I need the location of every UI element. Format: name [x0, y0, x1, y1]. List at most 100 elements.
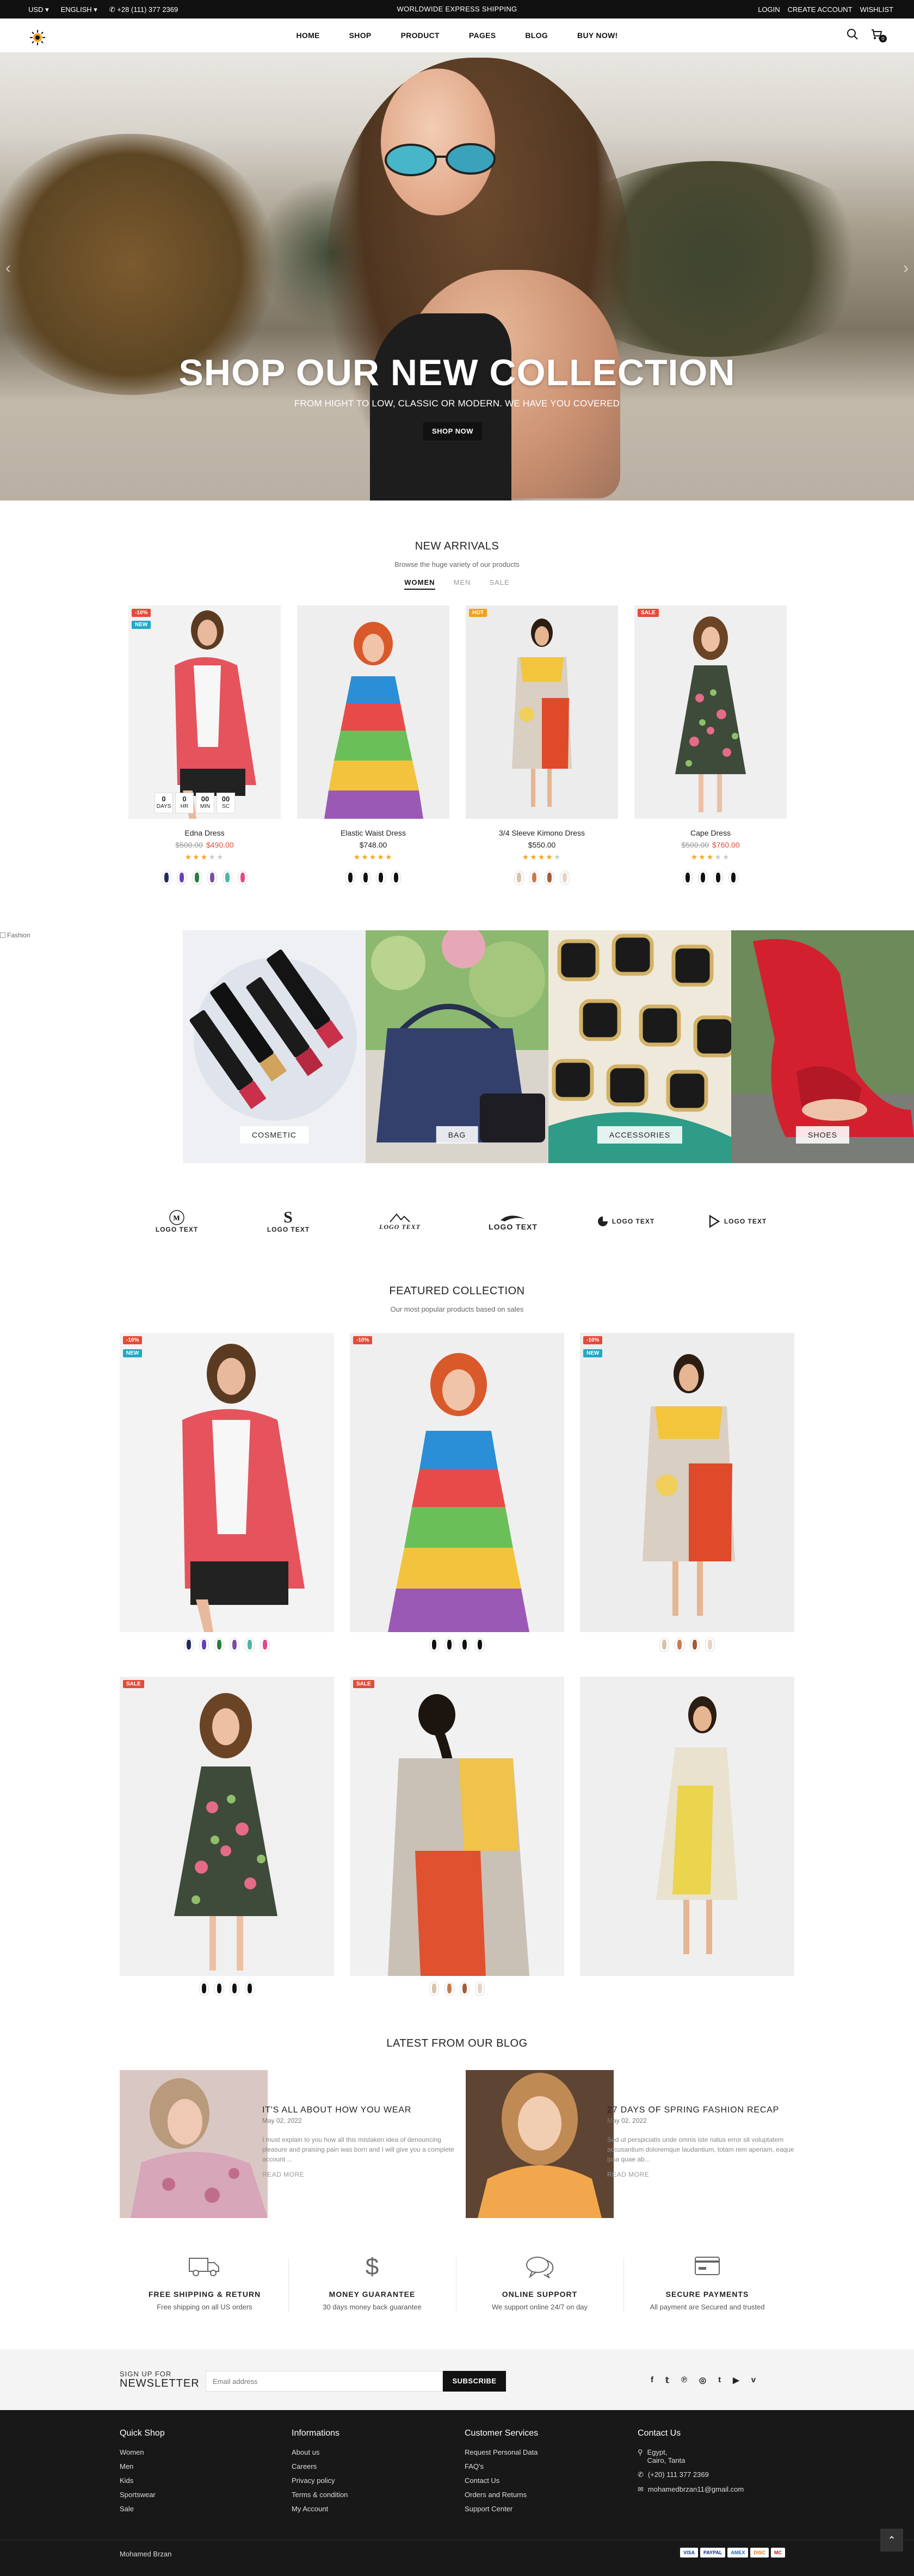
- product-card[interactable]: SALE Cape Dress $500.00 $760.00 ★★★★★: [634, 606, 787, 899]
- color-swatch[interactable]: [223, 870, 232, 885]
- category-label[interactable]: ACCESSORIES: [597, 1126, 683, 1144]
- brand-logo[interactable]: LOGO TEXT: [483, 1205, 543, 1238]
- cart-button[interactable]: 0: [870, 28, 887, 42]
- nav-pages[interactable]: PAGES: [469, 31, 496, 40]
- blog-post-title[interactable]: IT'S ALL ABOUT HOW YOU WEAR: [262, 2105, 411, 2115]
- featured-product-card[interactable]: -10%: [350, 1333, 564, 1659]
- color-swatch[interactable]: [361, 870, 370, 885]
- tab-women[interactable]: WOMEN: [404, 578, 435, 590]
- footer-phone[interactable]: ✆ (+20) 111 377 2369: [638, 2470, 744, 2479]
- tab-sale[interactable]: SALE: [489, 578, 509, 590]
- footer-link[interactable]: Careers: [292, 2462, 348, 2470]
- featured-product-card[interactable]: -10% NEW: [580, 1333, 794, 1659]
- tumblr-icon[interactable]: t: [718, 2375, 721, 2385]
- category-cosmetic[interactable]: COSMETIC: [183, 930, 366, 1163]
- facebook-icon[interactable]: f: [651, 2375, 653, 2385]
- color-swatch[interactable]: [460, 1981, 470, 1996]
- blog-post-image[interactable]: [120, 2070, 268, 2218]
- product-image[interactable]: SALE: [350, 1677, 564, 1976]
- product-card[interactable]: -10% NEW 0 DAYS 0 HR 00 MIN 00 SC Edna Dress…: [128, 606, 281, 899]
- color-swatch[interactable]: [514, 870, 524, 885]
- brand-logo[interactable]: S LOGO TEXT: [258, 1205, 318, 1238]
- color-swatch[interactable]: [230, 1638, 239, 1652]
- login-link[interactable]: LOGIN: [758, 5, 780, 14]
- color-swatch[interactable]: [199, 1981, 209, 1996]
- color-swatch[interactable]: [260, 1638, 270, 1652]
- color-swatch[interactable]: [545, 870, 554, 885]
- color-swatch[interactable]: [529, 870, 539, 885]
- brand-logo[interactable]: LOGO TEXT: [702, 1205, 773, 1238]
- footer-link[interactable]: Privacy policy: [292, 2476, 348, 2485]
- footer-link[interactable]: Kids: [120, 2476, 165, 2485]
- featured-product-card[interactable]: -10% NEW: [120, 1333, 334, 1659]
- youtube-icon[interactable]: ▶: [733, 2375, 739, 2385]
- color-swatch[interactable]: [192, 870, 202, 885]
- color-swatch[interactable]: [376, 870, 386, 885]
- color-swatch[interactable]: [245, 1981, 255, 1996]
- color-swatch[interactable]: [675, 1638, 684, 1652]
- color-swatch[interactable]: [475, 1638, 485, 1652]
- hero-next-arrow[interactable]: ›: [903, 259, 909, 277]
- color-swatch[interactable]: [214, 1638, 224, 1652]
- category-label[interactable]: COSMETIC: [240, 1126, 308, 1144]
- footer-link[interactable]: Contact Us: [465, 2476, 538, 2485]
- color-swatch[interactable]: [475, 1981, 485, 1996]
- color-swatch[interactable]: [444, 1638, 454, 1652]
- category-bag[interactable]: BAG: [366, 930, 548, 1163]
- color-swatch[interactable]: [238, 870, 248, 885]
- footer-link[interactable]: About us: [292, 2448, 348, 2456]
- featured-product-card[interactable]: SALE: [120, 1677, 334, 2003]
- color-swatch[interactable]: [560, 870, 570, 885]
- create-account-link[interactable]: CREATE ACCOUNT: [788, 5, 853, 14]
- footer-link[interactable]: My Account: [292, 2505, 348, 2513]
- color-swatch[interactable]: [184, 1638, 194, 1652]
- color-swatch[interactable]: [177, 870, 187, 885]
- nav-product[interactable]: PRODUCT: [401, 31, 440, 40]
- color-swatch[interactable]: [429, 1981, 439, 1996]
- color-swatch[interactable]: [698, 870, 708, 885]
- blog-post-title[interactable]: 27 DAYS OF SPRING FASHION RECAP: [607, 2105, 779, 2115]
- brand-logo[interactable]: LOGO TEXT: [593, 1205, 658, 1238]
- product-card[interactable]: Elastic Waist Dress $748.00 ★★★★★: [297, 606, 449, 899]
- product-card[interactable]: HOT 3/4 Sleeve Kimono Dress $550.00 ★★★★…: [466, 606, 618, 899]
- footer-link[interactable]: FAQ's: [465, 2462, 538, 2470]
- color-swatch[interactable]: [705, 1638, 715, 1652]
- pinterest-icon[interactable]: ℗: [681, 2375, 687, 2385]
- color-swatch[interactable]: [214, 1981, 224, 1996]
- footer-link[interactable]: Women: [120, 2448, 165, 2456]
- product-name[interactable]: Cape Dress: [634, 829, 787, 837]
- hero-prev-arrow[interactable]: ‹: [5, 259, 11, 277]
- product-name[interactable]: Elastic Waist Dress: [297, 829, 449, 837]
- featured-product-card[interactable]: [580, 1677, 794, 2003]
- read-more-link[interactable]: READ MORE: [607, 2171, 649, 2178]
- product-image[interactable]: -10% NEW: [580, 1333, 794, 1632]
- email-input[interactable]: [206, 2371, 443, 2392]
- footer-link[interactable]: Sale: [120, 2505, 165, 2513]
- product-image[interactable]: SALE: [634, 606, 787, 819]
- product-image[interactable]: HOT: [466, 606, 618, 819]
- color-swatch[interactable]: [345, 870, 355, 885]
- footer-link[interactable]: Support Center: [465, 2505, 538, 2513]
- color-swatch[interactable]: [728, 870, 738, 885]
- nav-home[interactable]: HOME: [296, 31, 319, 40]
- back-to-top-button[interactable]: ⌃: [880, 2529, 903, 2552]
- tab-men[interactable]: MEN: [454, 578, 471, 590]
- vimeo-icon[interactable]: v: [751, 2375, 756, 2385]
- search-icon[interactable]: [847, 28, 859, 40]
- footer-link[interactable]: Terms & condition: [292, 2491, 348, 2499]
- shop-now-button[interactable]: SHOP NOW: [423, 422, 482, 441]
- color-swatch[interactable]: [683, 870, 693, 885]
- footer-email[interactable]: ✉ mohamedbrzan11@gmail.com: [638, 2485, 744, 2494]
- color-swatch[interactable]: [207, 870, 217, 885]
- nav-buy-now[interactable]: BUY NOW!: [577, 31, 617, 40]
- color-swatch[interactable]: [429, 1638, 439, 1652]
- blog-post-image[interactable]: [466, 2070, 614, 2218]
- footer-link[interactable]: Sportswear: [120, 2491, 165, 2499]
- product-image[interactable]: [580, 1677, 794, 1976]
- product-image[interactable]: SALE: [120, 1677, 334, 1976]
- nav-shop[interactable]: SHOP: [349, 31, 372, 40]
- color-swatch[interactable]: [690, 1638, 700, 1652]
- product-image[interactable]: -10% NEW 0 DAYS 0 HR 00 MIN 00 SC: [128, 606, 281, 819]
- category-shoes[interactable]: SHOES: [731, 930, 914, 1163]
- wishlist-link[interactable]: WISHLIST: [860, 5, 893, 14]
